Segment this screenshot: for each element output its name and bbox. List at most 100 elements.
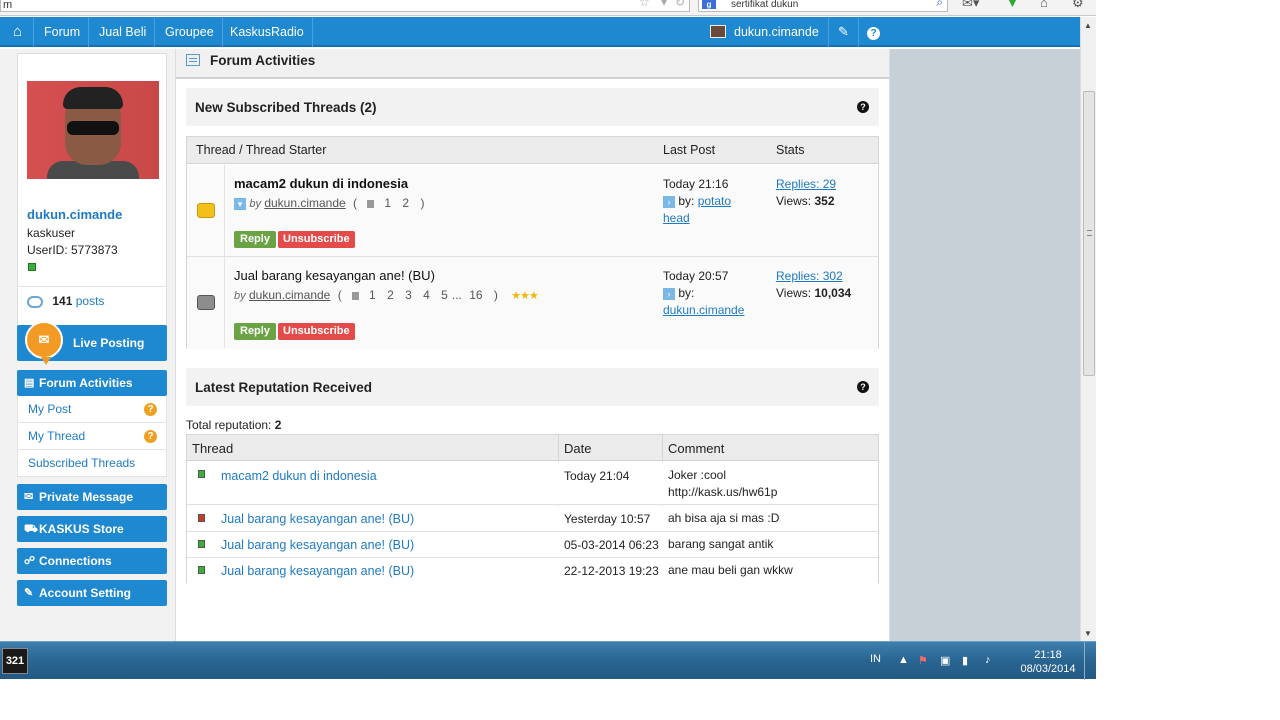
help-icon: ? — [867, 27, 880, 40]
help-icon[interactable]: ? — [857, 381, 869, 393]
site-navbar: ⌂ Forum Jual Beli Groupee KaskusRadio du… — [0, 17, 1080, 47]
thread-title[interactable]: macam2 dukun di indonesia — [234, 176, 408, 191]
action-center-icon[interactable]: ⚑ — [918, 654, 928, 667]
account-setting-button[interactable]: ✎ Account Setting — [17, 580, 167, 606]
scroll-down-icon[interactable]: ▼ — [1084, 629, 1092, 638]
network-signal-icon[interactable]: ▮ — [962, 654, 968, 667]
private-message-button[interactable]: ✉ Private Message — [17, 484, 167, 510]
page-icon — [367, 200, 375, 208]
avatar[interactable] — [27, 81, 159, 179]
thread-starter[interactable]: dukun.cimande — [249, 288, 330, 302]
rep-thread-link[interactable]: macam2 dukun di indonesia — [221, 469, 377, 483]
page-link[interactable]: 2 — [402, 196, 409, 210]
reply-button[interactable]: Reply — [234, 323, 276, 340]
nav-kaskusradio[interactable]: KaskusRadio — [222, 17, 313, 47]
clock-time: 21:18 — [1034, 649, 1062, 661]
profile-posts[interactable]: 141 posts — [18, 286, 166, 314]
reputation-table: Thread Date Comment macam2 dukun di indo… — [186, 434, 879, 583]
forum-activities-button[interactable]: ▤ Forum Activities — [17, 370, 167, 396]
page-link[interactable]: 3 — [405, 288, 412, 302]
profile-user-id: UserID: 5773873 — [27, 243, 118, 257]
last-post-user[interactable]: dukun.cimande — [663, 302, 753, 319]
dropdown-arrow-icon[interactable]: ▾ — [661, 0, 667, 8]
download-icon[interactable]: ▼ — [1006, 0, 1019, 10]
home-browser-icon[interactable]: ⌂ — [1040, 0, 1048, 10]
expand-icon[interactable]: ▾ — [234, 197, 246, 210]
sidebar-item-my-post[interactable]: My Post ? — [17, 396, 167, 423]
reload-icon[interactable]: ↻ — [675, 0, 685, 8]
live-posting-label: Live Posting — [73, 336, 145, 350]
sidebar-item-subscribed-threads[interactable]: Subscribed Threads — [17, 450, 167, 477]
printer-icon — [197, 295, 215, 310]
replies-count[interactable]: Replies: 302 — [776, 268, 851, 285]
nav-jual-beli[interactable]: Jual Beli — [91, 17, 156, 47]
search-icon[interactable]: ⌕ — [936, 0, 943, 8]
help-icon[interactable]: ? — [857, 101, 869, 113]
alert-icon: ? — [144, 430, 157, 443]
address-bar[interactable]: m ☆ ▾ ↻ — [0, 0, 690, 12]
rep-thread-link[interactable]: Jual barang kesayangan ane! (BU) — [221, 564, 414, 578]
kaskus-store-button[interactable]: ⛟ KASKUS Store — [17, 516, 167, 542]
show-hidden-icons-icon[interactable]: ▲ — [898, 654, 909, 666]
media-player-app-icon[interactable]: 321 — [2, 648, 28, 674]
language-indicator[interactable]: IN — [870, 653, 881, 665]
scroll-up-icon[interactable]: ▲ — [1084, 21, 1092, 30]
page-link[interactable]: 5 — [441, 288, 448, 302]
thread-stats: Replies: 29 Views: 352 — [776, 176, 836, 210]
help-button[interactable]: ? — [858, 17, 888, 47]
subscribed-threads-header: New Subscribed Threads (2) ? — [186, 88, 879, 126]
bookmark-star-icon[interactable]: ☆ — [639, 0, 650, 8]
envelope-icon: ✉ — [24, 491, 34, 503]
nav-forum[interactable]: Forum — [36, 17, 90, 47]
rep-thread-link[interactable]: Jual barang kesayangan ane! (BU) — [221, 538, 414, 552]
rep-date: Today 21:04 — [564, 469, 630, 483]
vertical-scrollbar[interactable]: ▲ ▼ — [1080, 17, 1096, 641]
private-message-label: Private Message — [39, 490, 134, 504]
thread-stats: Replies: 302 Views: 10,034 — [776, 268, 851, 302]
nav-user-menu[interactable]: dukun.cimande — [704, 17, 826, 47]
subscribed-threads-label: Subscribed Threads — [28, 456, 136, 470]
profile-name[interactable]: dukun.cimande — [27, 207, 122, 222]
chat-bubble-icon — [27, 295, 43, 308]
tools-icon[interactable]: ⚙ — [1072, 0, 1084, 10]
nav-avatar — [710, 25, 726, 38]
page-link[interactable]: 4 — [423, 288, 430, 302]
scrollbar-thumb[interactable] — [1083, 91, 1095, 376]
table-row: Jual barang kesayangan ane! (BU) Yesterd… — [187, 506, 878, 532]
page-content: dukun.cimande kaskuser UserID: 5773873 1… — [0, 49, 890, 641]
total-reputation-label: Total reputation: — [186, 418, 272, 432]
go-last-post-icon[interactable]: › — [663, 195, 675, 208]
replies-count[interactable]: Replies: 29 — [776, 176, 836, 193]
negative-rep-icon — [198, 514, 205, 522]
connections-button[interactable]: ☍ Connections — [17, 548, 167, 574]
thread-starter[interactable]: dukun.cimande — [264, 196, 345, 210]
home-icon[interactable]: ⌂ — [2, 17, 34, 47]
search-input[interactable]: sertifikat dukun — [731, 0, 798, 10]
pencil-icon[interactable]: ✎ — [828, 17, 858, 47]
unsubscribe-button[interactable]: Unsubscribe — [278, 323, 355, 340]
show-desktop-button[interactable] — [1084, 642, 1096, 680]
positive-rep-icon — [198, 566, 205, 574]
nav-groupee[interactable]: Groupee — [157, 17, 223, 47]
page-link[interactable]: 1 — [369, 288, 376, 302]
search-box[interactable]: g sertifikat dukun ⌕ — [698, 0, 948, 12]
page-link[interactable]: 2 — [387, 288, 394, 302]
unsubscribe-button[interactable]: Unsubscribe — [278, 231, 355, 248]
device-icon[interactable]: ▣ — [940, 654, 950, 667]
total-reputation-value: 2 — [274, 418, 282, 432]
rep-thread-link[interactable]: Jual barang kesayangan ane! (BU) — [221, 512, 414, 526]
list-icon: ▤ — [24, 377, 35, 389]
page-link[interactable]: 1 — [384, 196, 391, 210]
search-engine-icon[interactable]: g — [702, 0, 716, 9]
live-posting-button[interactable]: ✉ Live Posting — [17, 321, 167, 365]
page-link[interactable]: 16 — [469, 288, 482, 302]
reply-button[interactable]: Reply — [234, 231, 276, 248]
table-header: Thread Date Comment — [187, 435, 878, 461]
thread-title[interactable]: Jual barang kesayangan ane! (BU) — [234, 268, 435, 283]
system-clock[interactable]: 21:18 08/03/2014 — [1020, 648, 1076, 676]
mail-icon[interactable]: ✉▾ — [962, 0, 979, 10]
go-last-post-icon[interactable]: › — [663, 287, 675, 300]
last-post-by-label: by: — [678, 286, 695, 300]
volume-icon[interactable]: ♪ — [985, 654, 991, 666]
sidebar-item-my-thread[interactable]: My Thread ? — [17, 423, 167, 450]
